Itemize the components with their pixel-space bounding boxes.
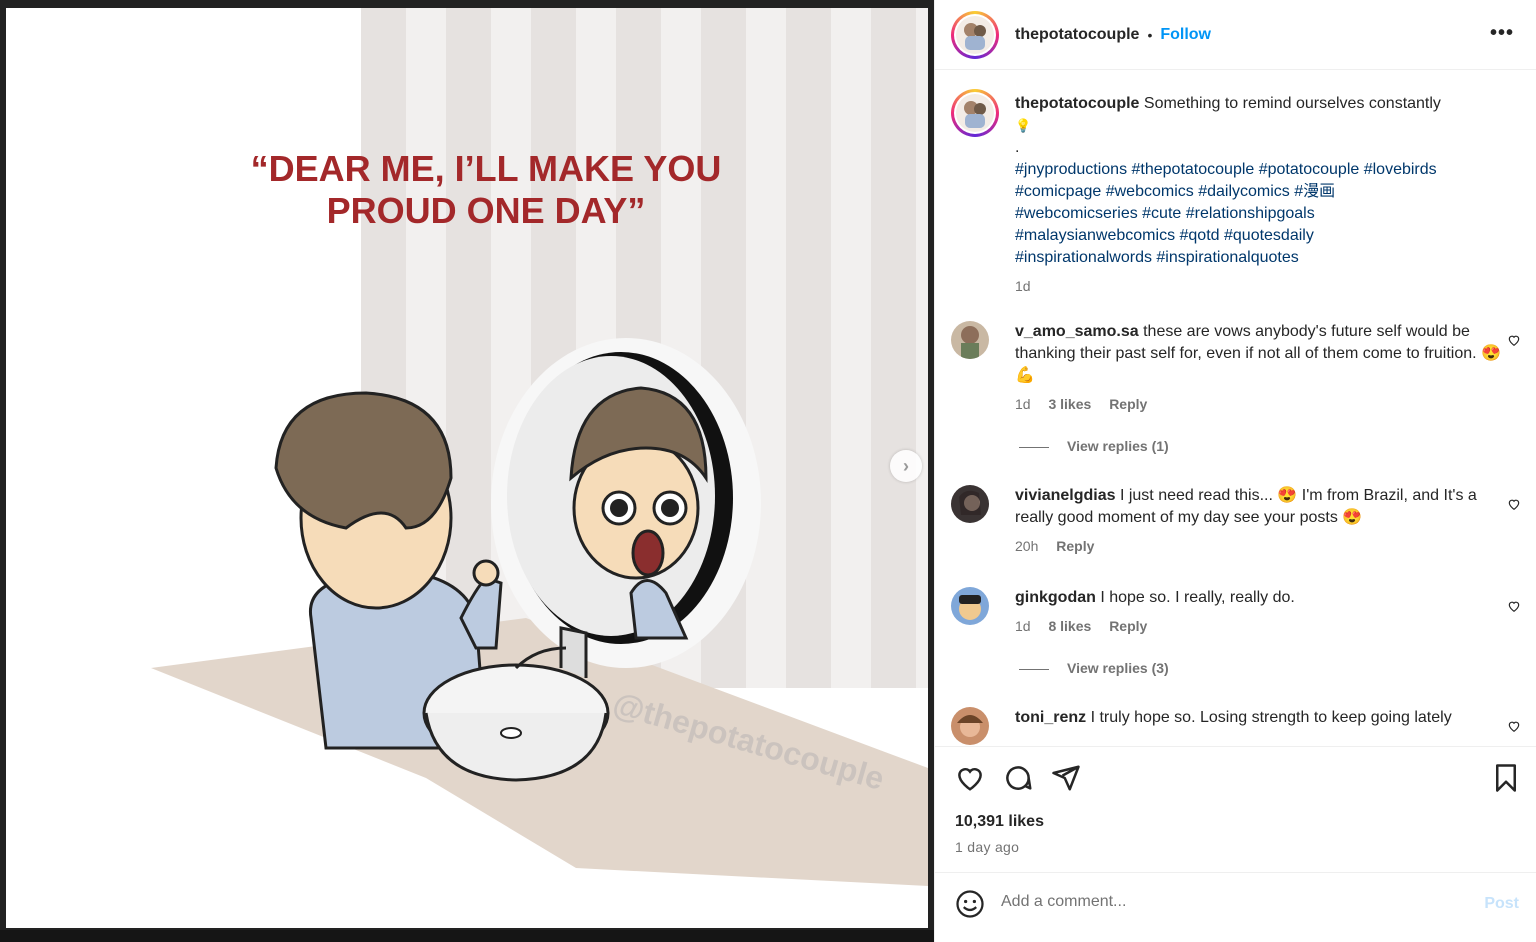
commenter-avatar[interactable] [951,485,989,523]
post-modal: “DEAR ME, I’LL MAKE YOU PROUD ONE DAY” @… [0,0,1536,942]
like-comment-heart-icon[interactable] [1507,719,1521,733]
emoji-icon[interactable] [955,889,985,919]
caption: thepotatocouple Something to remind ours… [951,89,1521,297]
share-icon[interactable] [1051,763,1081,793]
hashtags: #jnyproductions #thepotatocouple #potato… [1015,159,1521,269]
bookmark-icon[interactable] [1491,763,1521,793]
hashtag-line[interactable]: #comicpage #webcomics #dailycomics #漫画 [1015,181,1521,203]
post-header: thepotatocouple • Follow ••• [935,0,1536,70]
caption-text: Something to remind ourselves constantly [1143,95,1441,112]
comment-username[interactable]: vivianelgdias [1015,487,1116,504]
background-strip [0,930,934,942]
author-avatar[interactable] [951,10,999,59]
post-image: “DEAR ME, I’LL MAKE YOU PROUD ONE DAY” @… [6,8,928,928]
more-options-icon[interactable]: ••• [1490,23,1514,43]
reply-button[interactable]: Reply [1056,538,1094,554]
caption-username[interactable]: thepotatocouple [1015,95,1139,112]
commenter-avatar[interactable] [951,707,989,745]
view-replies-button[interactable]: View replies (3) [1019,660,1169,676]
heart-icon[interactable] [955,763,985,793]
post-timestamp: 1 day ago [955,839,1020,855]
comic-illustration: “DEAR ME, I’LL MAKE YOU PROUD ONE DAY” @… [6,8,928,928]
commenter-avatar[interactable] [951,321,989,359]
hashtag-line[interactable]: #webcomicseries #cute #relationshipgoals [1015,203,1521,225]
view-replies-button[interactable]: View replies (1) [1019,438,1169,454]
comment-likes[interactable]: 3 likes [1048,396,1091,412]
caption-time: 1d [1015,278,1031,294]
caption-dot: . [1015,139,1020,156]
replies-divider [1019,668,1049,670]
comment-time: 1d [1015,618,1031,634]
comment-item: ginkgodan I hope so. I really, really do… [951,587,1521,637]
comment-input[interactable] [1001,893,1461,911]
like-comment-heart-icon[interactable] [1507,497,1521,511]
post-comment-button[interactable]: Post [1484,895,1519,913]
comment-item: toni_renz I truly hope so. Losing streng… [951,707,1521,745]
comment-item: v_amo_samo.sa these are vows anybody's f… [951,321,1521,415]
quote-line-1: “DEAR ME, I’LL MAKE YOU [251,148,722,189]
comment-icon[interactable] [1003,763,1033,793]
comment-username[interactable]: ginkgodan [1015,589,1096,606]
comment-text: I hope so. I really, really do. [1100,589,1295,606]
comments-scroll-area[interactable]: thepotatocouple Something to remind ours… [935,71,1536,745]
hashtag-line[interactable]: #malaysianwebcomics #qotd #quotesdaily [1015,225,1521,247]
reply-button[interactable]: Reply [1109,618,1147,634]
view-replies-label: View replies (3) [1067,660,1169,676]
quote-line-2: PROUD ONE DAY” [327,190,646,231]
caption-avatar[interactable] [951,89,999,137]
commenter-avatar[interactable] [951,587,989,625]
view-replies-label: View replies (1) [1067,438,1169,454]
post-sidebar: thepotatocouple • Follow ••• thepotatoco… [934,0,1536,942]
follow-button[interactable]: Follow [1160,26,1211,44]
separator-dot: • [1147,26,1153,43]
hashtag-line[interactable]: #jnyproductions #thepotatocouple #potato… [1015,159,1521,181]
replies-divider [1019,446,1049,448]
post-actions: 10,391 likes 1 day ago [935,746,1536,872]
comment-bar: Post [935,872,1536,942]
comment-username[interactable]: toni_renz [1015,709,1086,726]
chevron-right-icon: › [903,455,909,476]
lightbulb-emoji: 💡 [1015,118,1032,133]
like-comment-heart-icon[interactable] [1507,333,1521,347]
comment-time: 1d [1015,396,1031,412]
comment-likes[interactable]: 8 likes [1048,618,1091,634]
likes-count[interactable]: 10,391 likes [955,813,1044,831]
next-image-button[interactable]: › [890,450,922,482]
reply-button[interactable]: Reply [1109,396,1147,412]
comment-username[interactable]: v_amo_samo.sa [1015,323,1139,340]
like-comment-heart-icon[interactable] [1507,599,1521,613]
hashtag-line[interactable]: #inspirationalwords #inspirationalquotes [1015,247,1521,269]
comment-text: I truly hope so. Losing strength to keep… [1090,709,1452,726]
comment-item: vivianelgdias I just need read this... 😍… [951,485,1521,557]
comment-time: 20h [1015,538,1039,554]
author-username[interactable]: thepotatocouple [1015,26,1139,44]
